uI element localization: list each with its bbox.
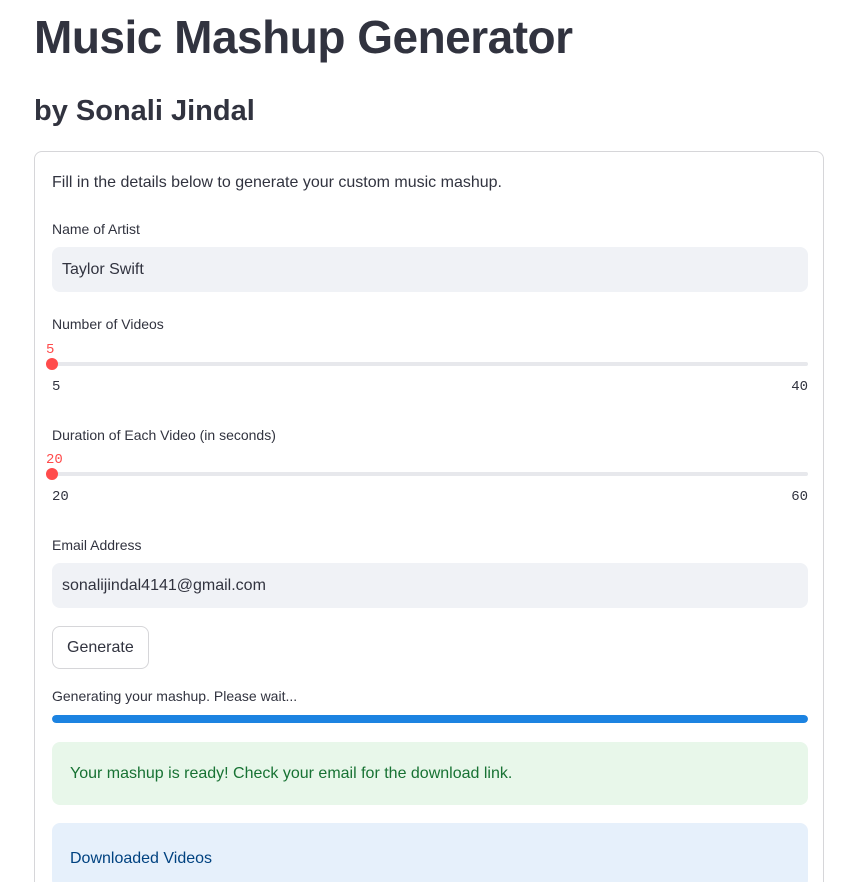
videos-slider-handle[interactable] xyxy=(46,358,58,370)
videos-slider-value: 5 xyxy=(46,342,55,358)
info-message: Downloaded Videos xyxy=(70,849,213,867)
artist-label: Name of Artist xyxy=(52,221,140,237)
videos-slider-track[interactable] xyxy=(52,362,808,366)
page-subtitle: by Sonali Jindal xyxy=(34,95,255,127)
page-title: Music Mashup Generator xyxy=(34,11,573,63)
email-input[interactable] xyxy=(52,563,808,608)
videos-slider-max: 40 xyxy=(791,379,808,395)
artist-input[interactable] xyxy=(52,247,808,292)
videos-label: Number of Videos xyxy=(52,316,164,332)
duration-slider-value: 20 xyxy=(46,452,63,468)
duration-slider-max: 60 xyxy=(791,489,808,505)
duration-slider-track[interactable] xyxy=(52,472,808,476)
success-message: Your mashup is ready! Check your email f… xyxy=(70,764,513,782)
progress-bar-fill xyxy=(52,715,808,723)
duration-label: Duration of Each Video (in seconds) xyxy=(52,427,276,443)
form-intro: Fill in the details below to generate yo… xyxy=(52,174,502,191)
duration-slider-handle[interactable] xyxy=(46,468,58,480)
success-alert: Your mashup is ready! Check your email f… xyxy=(52,742,808,805)
app-page: Music Mashup Generator by Sonali Jindal … xyxy=(0,0,858,882)
generate-button[interactable]: Generate xyxy=(52,626,149,669)
duration-slider[interactable]: 20 20 60 xyxy=(46,452,808,512)
videos-slider-min: 5 xyxy=(52,379,61,395)
mashup-form: Fill in the details below to generate yo… xyxy=(34,151,824,882)
videos-slider[interactable]: 5 5 40 xyxy=(46,342,808,402)
progress-bar xyxy=(52,715,808,723)
duration-slider-min: 20 xyxy=(52,489,69,505)
email-label: Email Address xyxy=(52,537,142,553)
progress-text: Generating your mashup. Please wait... xyxy=(52,688,298,704)
info-alert: Downloaded Videos xyxy=(52,823,808,882)
